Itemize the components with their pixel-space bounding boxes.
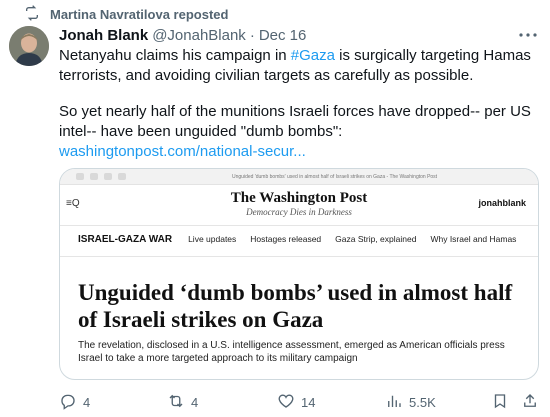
tweet-text: Netanyahu claims his campaign in #Gaza i…: [59, 46, 539, 162]
section-label: ISRAEL-GAZA WAR: [78, 233, 173, 245]
reply-icon: [59, 392, 77, 413]
wp-tagline: Democracy Dies in Darkness: [246, 207, 352, 217]
share-button[interactable]: [521, 392, 539, 413]
author-name[interactable]: Jonah Blank: [59, 27, 148, 44]
reply-count: 4: [83, 394, 91, 410]
nav-item: Gaza Strip, explained: [335, 234, 417, 244]
views-count: 5.5K: [409, 394, 436, 410]
separator-dot: ·: [249, 26, 255, 44]
retweet-button[interactable]: 4: [167, 392, 198, 413]
views-chart-icon: [385, 392, 403, 413]
share-icon: [521, 392, 539, 413]
tweet-header: Jonah Blank @JonahBlank · Dec 16: [59, 25, 306, 45]
tweet-text-part1: Netanyahu claims his campaign in: [59, 47, 291, 64]
browser-bar: Unguided 'dumb bombs' used in almost hal…: [60, 169, 538, 185]
wp-logo: The Washington Post: [230, 190, 368, 206]
retweet-icon: [167, 392, 185, 413]
retweet-count: 4: [191, 394, 199, 410]
divider: [60, 256, 538, 257]
like-count: 14: [301, 394, 316, 410]
nav-item: Why Israel and Hamas: [430, 234, 517, 244]
avatar[interactable]: [9, 26, 49, 66]
wp-user: jonahblank: [478, 198, 526, 208]
wp-section-nav: ISRAEL-GAZA WAR Live updates Hostages re…: [78, 229, 530, 249]
reply-button[interactable]: 4: [59, 392, 90, 413]
action-bar: 4 4 14 5.5K: [59, 392, 539, 412]
bookmark-button[interactable]: [491, 392, 509, 413]
author-handle[interactable]: @JonahBlank: [152, 27, 246, 44]
retweet-icon: [24, 4, 40, 24]
article-card[interactable]: Unguided 'dumb bombs' used in almost hal…: [59, 168, 539, 380]
wp-header: ≡Q The Washington Post Democracy Dies in…: [60, 186, 538, 226]
like-button[interactable]: 14: [277, 392, 315, 413]
hashtag-link[interactable]: #Gaza: [291, 47, 335, 64]
more-options-icon[interactable]: [518, 27, 538, 43]
tweet-text-paragraph2: So yet nearly half of the munitions Isra…: [59, 103, 531, 140]
browser-page-title: Unguided 'dumb bombs' used in almost hal…: [232, 174, 438, 180]
tweet-date[interactable]: Dec 16: [259, 27, 307, 44]
bookmark-icon: [491, 392, 509, 413]
repost-text: Martina Navratilova reposted: [50, 6, 229, 22]
browser-tabs: [76, 173, 126, 180]
views-button[interactable]: 5.5K: [385, 392, 436, 413]
article-headline: Unguided ‘dumb bombs’ used in almost hal…: [78, 280, 513, 332]
article-link[interactable]: washingtonpost.com/national-secur...: [59, 143, 306, 160]
nav-item: Live updates: [188, 234, 237, 244]
heart-icon: [277, 392, 295, 413]
nav-item: Hostages released: [250, 234, 322, 244]
article-dek: The revelation, disclosed in a U.S. inte…: [78, 340, 505, 364]
repost-indicator[interactable]: Martina Navratilova reposted: [24, 4, 229, 24]
